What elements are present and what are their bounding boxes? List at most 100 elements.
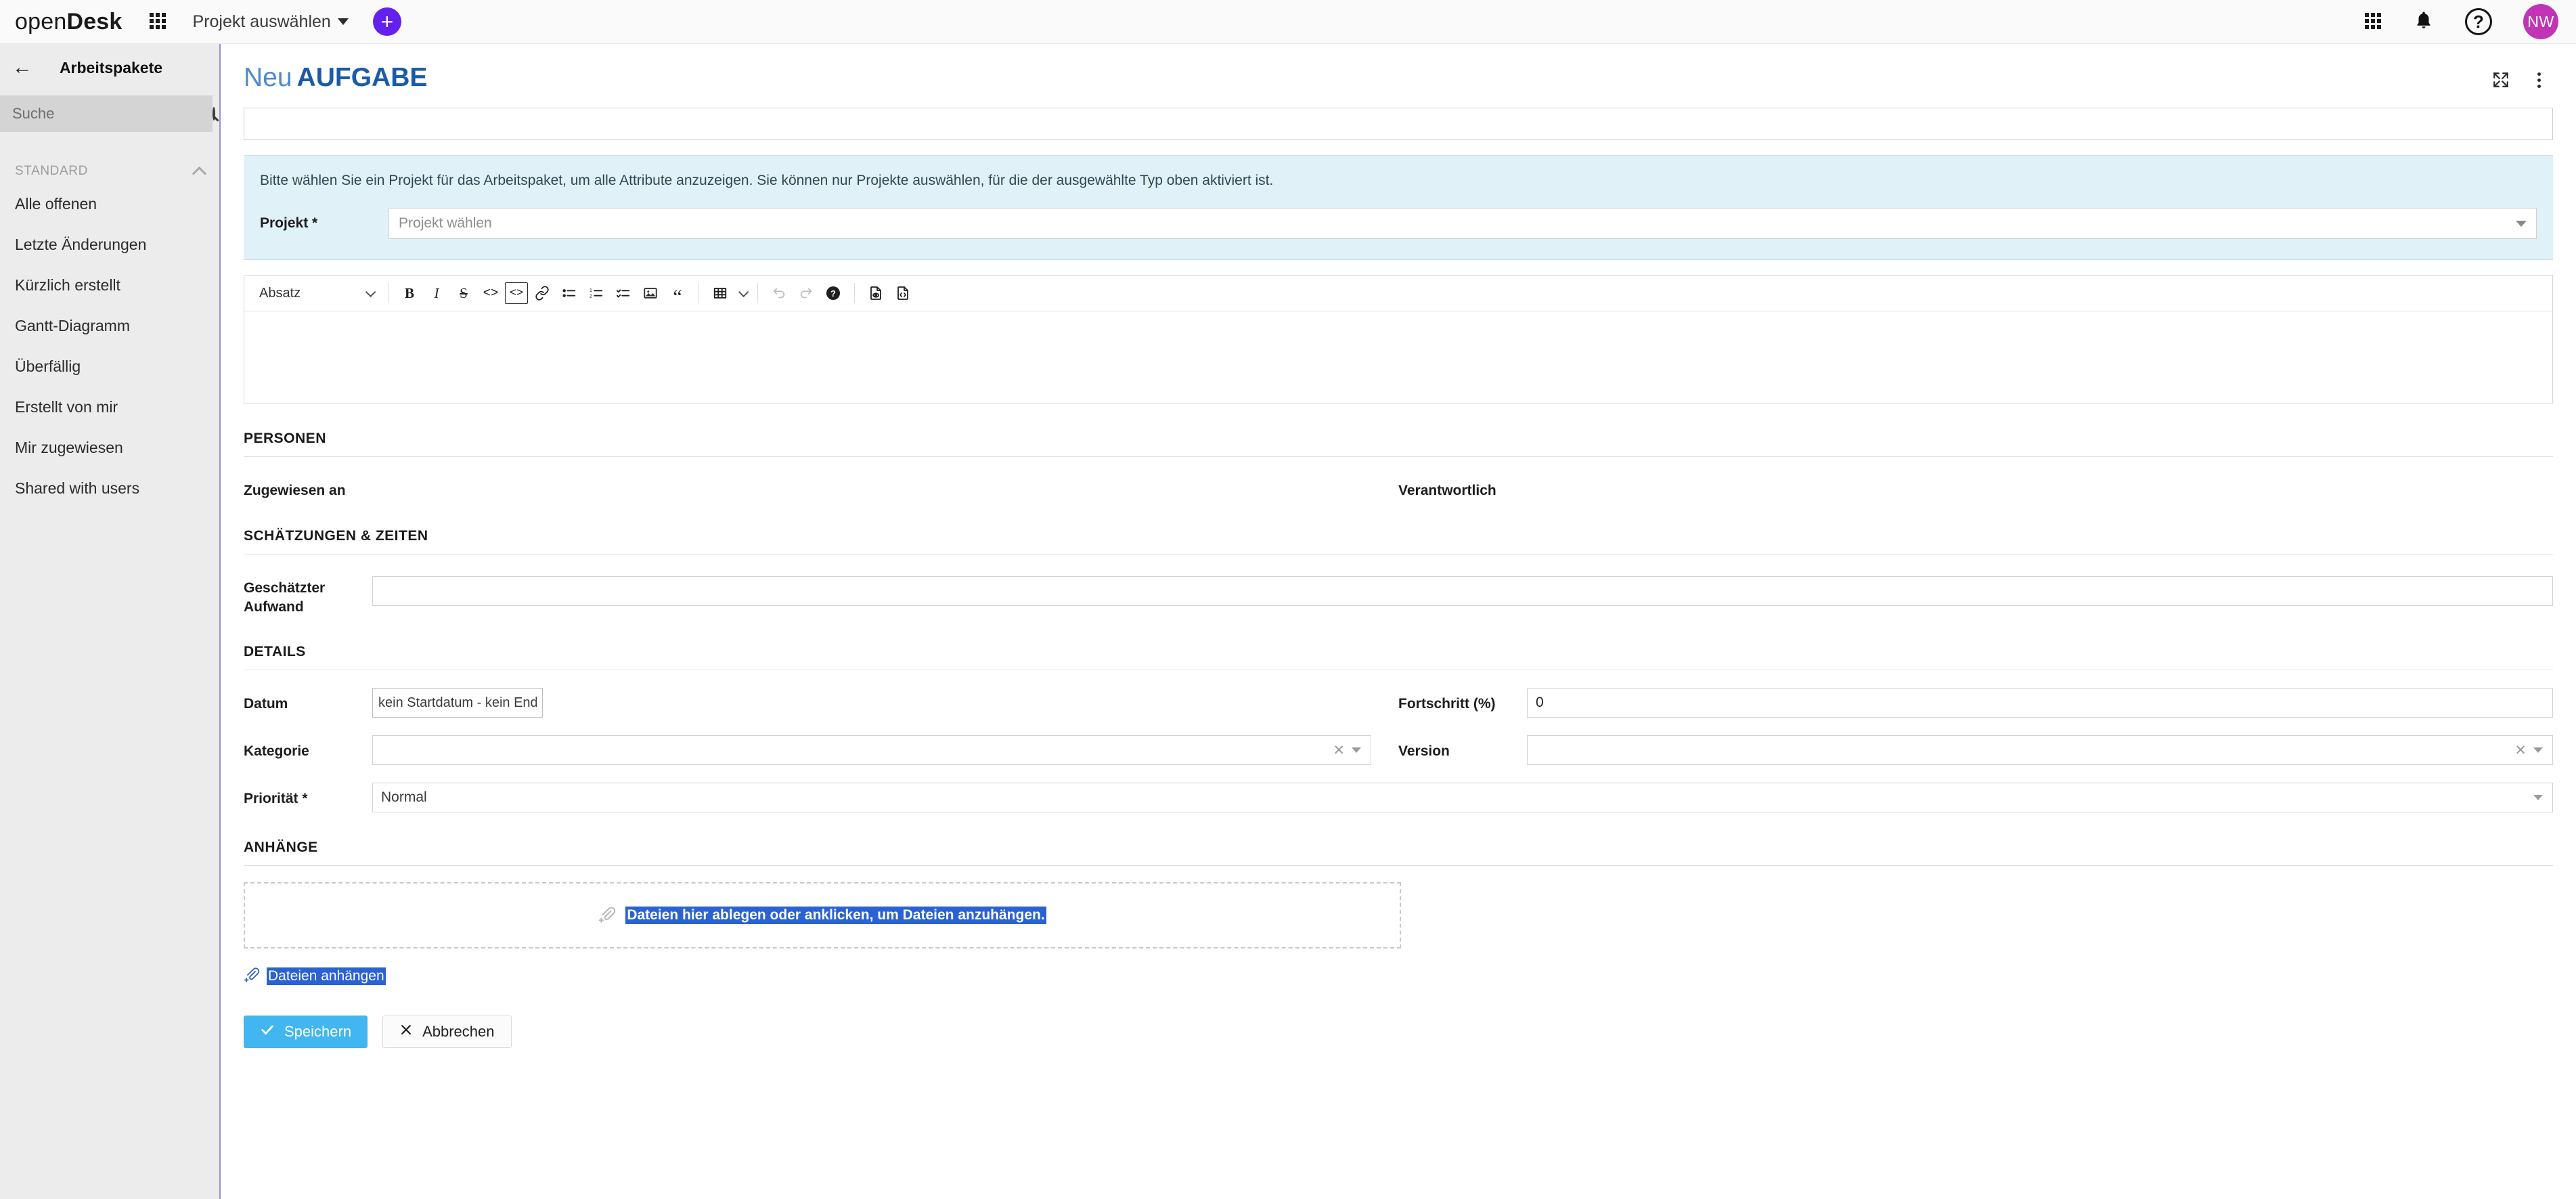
priority-select[interactable]: Normal <box>372 783 2553 812</box>
chevron-down-icon <box>365 286 376 297</box>
image-icon[interactable] <box>638 280 663 306</box>
sidebar-item-label: Gantt-Diagramm <box>15 317 130 335</box>
clear-x-icon[interactable]: ✕ <box>1326 743 1352 758</box>
attachment-dropzone[interactable]: Dateien hier ablegen oder anklicken, um … <box>244 882 1401 949</box>
avatar[interactable]: NW <box>2523 4 2558 39</box>
chevron-down-icon[interactable] <box>1352 747 1361 753</box>
help-icon[interactable]: ? <box>2465 8 2492 35</box>
section-title-schaetzungen: SCHÄTZUNGEN & ZEITEN <box>244 528 2553 544</box>
bulleted-list-icon[interactable] <box>556 280 582 306</box>
sidebar-item-label: Letzte Änderungen <box>15 236 146 254</box>
estimated-effort-input[interactable] <box>372 576 2553 606</box>
details-row-2: Kategorie ✕ Version ✕ <box>244 735 2553 765</box>
strikethrough-icon[interactable]: S <box>451 280 476 306</box>
progress-input[interactable] <box>1527 688 2553 718</box>
toolbar-divider <box>698 283 699 303</box>
description-editor: Absatz B I S <> <> <box>244 275 2553 404</box>
top-bar-right: ? NW <box>2365 4 2558 39</box>
chevron-down-icon[interactable] <box>2533 747 2543 753</box>
category-label: Kategorie <box>244 735 372 761</box>
check-icon <box>260 1022 275 1041</box>
priority-label-text: Priorität <box>244 791 298 806</box>
grid-modules-icon[interactable] <box>2365 13 2382 30</box>
svg-text:?: ? <box>830 288 836 299</box>
form-body: Bitte wählen Sie ein Projekt für das Arb… <box>222 108 2576 1048</box>
dropzone-text: Dateien hier ablegen oder anklicken, um … <box>625 907 1046 924</box>
section-divider <box>244 865 2553 866</box>
logo-desk: Desk <box>66 9 122 35</box>
required-marker: * <box>302 791 307 806</box>
link-icon[interactable] <box>529 280 555 306</box>
page-header: NeuAUFGABE <box>222 44 2576 94</box>
sidebar-item-alle-offenen[interactable]: Alle offenen <box>0 183 219 224</box>
save-button[interactable]: Speichern <box>244 1016 368 1048</box>
inline-code-icon[interactable]: <> <box>478 280 504 306</box>
sidebar: ← Arbeitspakete STANDARD Alle offenen Le… <box>0 44 221 1199</box>
project-required-banner: Bitte wählen Sie ein Projekt für das Arb… <box>244 155 2553 260</box>
search-icon[interactable] <box>213 107 215 121</box>
sidebar-item-kuerzlich-erstellt[interactable]: Kürzlich erstellt <box>0 265 219 305</box>
sidebar-item-gantt-diagramm[interactable]: Gantt-Diagramm <box>0 305 219 346</box>
section-divider <box>244 456 2553 457</box>
numbered-list-icon[interactable]: 1 2 <box>583 280 609 306</box>
grid-apps-icon[interactable] <box>150 13 167 30</box>
code-block-icon[interactable]: <> <box>505 282 528 304</box>
bell-icon[interactable] <box>2414 9 2434 35</box>
attach-files-link[interactable]: Dateien anhängen <box>244 966 386 986</box>
chevron-down-icon[interactable] <box>2533 795 2543 800</box>
page-title-type: AUFGABE <box>297 63 428 92</box>
version-select[interactable]: ✕ <box>1527 735 2553 765</box>
table-chevron-down-icon[interactable] <box>734 280 749 306</box>
personen-row: Zugewiesen an Verantwortlich <box>244 475 2553 500</box>
chevron-up-icon[interactable] <box>192 166 206 180</box>
add-button[interactable]: + <box>373 7 401 36</box>
arrow-left-icon[interactable]: ← <box>12 58 35 78</box>
version-field: Version ✕ <box>1398 735 2553 765</box>
search-box[interactable] <box>0 95 213 132</box>
opendesk-logo[interactable]: openDesk <box>15 9 123 35</box>
page-title-prefix: Neu <box>244 63 292 92</box>
top-bar: openDesk Projekt auswählen + ? NW <box>0 0 2576 44</box>
preview-icon[interactable] <box>863 280 889 306</box>
page-title: NeuAUFGABE <box>244 63 427 93</box>
sidebar-item-label: Überfällig <box>15 357 81 376</box>
redo-icon[interactable] <box>793 280 819 306</box>
italic-icon[interactable]: I <box>424 280 449 306</box>
sidebar-item-letzte-aenderungen[interactable]: Letzte Änderungen <box>0 224 219 265</box>
editor-toolbar: Absatz B I S <> <> <box>244 276 2552 311</box>
sidebar-group-standard[interactable]: STANDARD <box>0 159 219 183</box>
kebab-dots <box>2537 72 2541 88</box>
bold-icon[interactable]: B <box>397 280 422 306</box>
task-list-icon[interactable] <box>610 280 636 306</box>
description-input[interactable] <box>244 311 2552 403</box>
project-field-row: Projekt * Projekt wählen <box>260 208 2537 239</box>
date-input[interactable] <box>372 688 543 718</box>
sidebar-item-shared-with-users[interactable]: Shared with users <box>0 468 219 508</box>
clear-x-icon[interactable]: ✕ <box>2508 743 2533 758</box>
date-label: Datum <box>244 688 372 714</box>
toolbar-divider <box>854 283 855 303</box>
sidebar-item-erstellt-von-mir[interactable]: Erstellt von mir <box>0 387 219 427</box>
project-selector[interactable]: Projekt auswählen <box>193 12 349 32</box>
undo-icon[interactable] <box>766 280 792 306</box>
sidebar-group-label: STANDARD <box>15 164 88 179</box>
section-title-details: DETAILS <box>244 644 2553 660</box>
editor-help-icon[interactable]: ? <box>820 280 846 306</box>
table-icon[interactable] <box>707 280 733 306</box>
subject-input[interactable] <box>244 108 2553 140</box>
paragraph-style-select[interactable]: Absatz <box>252 280 380 306</box>
cancel-button[interactable]: Abbrechen <box>382 1016 511 1048</box>
search-input[interactable] <box>11 104 208 123</box>
sidebar-item-mir-zugewiesen[interactable]: Mir zugewiesen <box>0 427 219 468</box>
blockquote-icon[interactable]: “ <box>665 280 690 306</box>
project-select[interactable]: Projekt wählen <box>388 208 2537 239</box>
sidebar-item-label: Shared with users <box>15 479 139 498</box>
priority-field: Priorität * Normal <box>244 783 2553 812</box>
more-vertical-icon[interactable] <box>2525 66 2553 94</box>
project-select-placeholder: Projekt wählen <box>399 215 492 232</box>
sidebar-item-ueberfaellig[interactable]: Überfällig <box>0 346 219 387</box>
markdown-source-icon[interactable] <box>890 280 916 306</box>
assignee-label: Zugewiesen an <box>244 475 372 500</box>
category-select[interactable]: ✕ <box>372 735 1371 765</box>
fullscreen-icon[interactable] <box>2487 66 2515 94</box>
